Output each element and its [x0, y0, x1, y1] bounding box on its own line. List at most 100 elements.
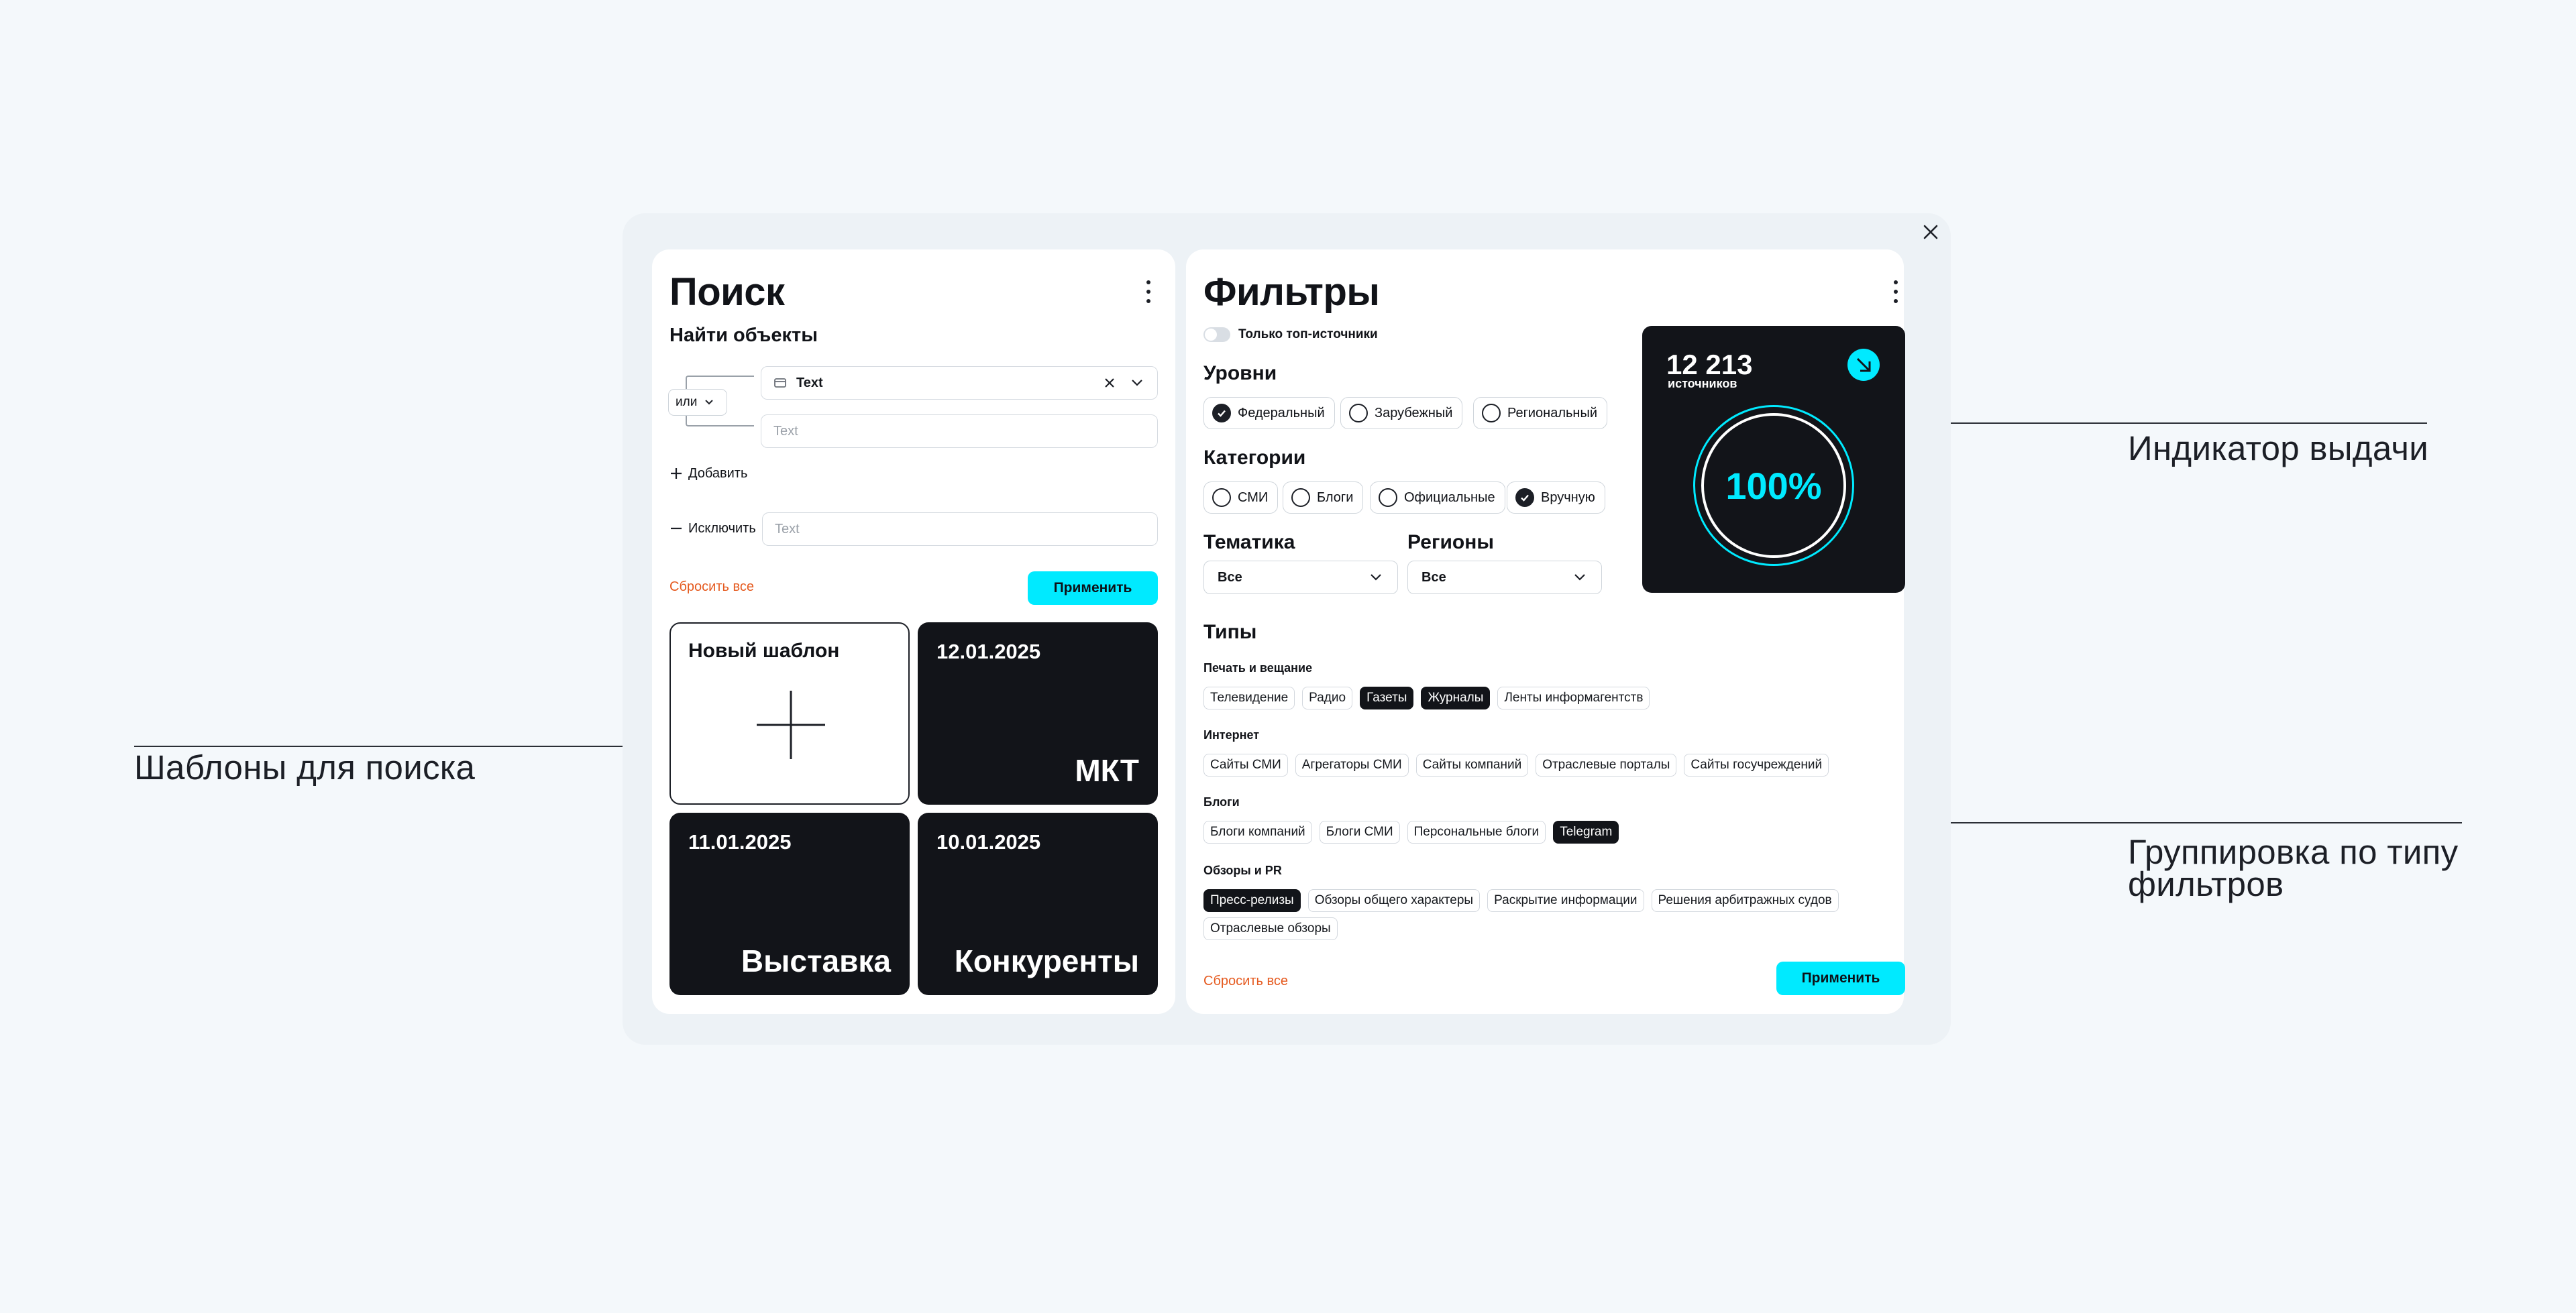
radio-icon: [1482, 404, 1501, 422]
new-template-title: Новый шаблон: [688, 640, 840, 662]
type-chip-row: Телевидение Радио Газеты Журналы Ленты и…: [1203, 687, 1650, 709]
type-chip[interactable]: Обзоры общего характеры: [1307, 889, 1481, 912]
add-label: Добавить: [688, 465, 748, 481]
minus-icon: [671, 527, 682, 530]
type-chip[interactable]: Ленты информагентств: [1497, 687, 1650, 709]
level-label: Федеральный: [1238, 405, 1325, 420]
category-option[interactable]: Вручную: [1507, 481, 1605, 514]
category-label: Вручную: [1541, 490, 1595, 505]
type-chip-row: Отраслевые обзоры: [1203, 917, 1338, 940]
category-option[interactable]: СМИ: [1203, 481, 1279, 514]
field-type-icon: [774, 378, 786, 388]
category-label: Официальные: [1404, 490, 1495, 505]
close-icon[interactable]: [1921, 223, 1940, 241]
type-chip[interactable]: Отраслевые обзоры: [1203, 917, 1338, 940]
regions-select[interactable]: Все: [1407, 561, 1602, 594]
type-chip[interactable]: Блоги СМИ: [1319, 821, 1400, 844]
radio-icon: [1349, 404, 1368, 422]
category-label: Блоги: [1317, 490, 1354, 505]
level-option[interactable]: Региональный: [1473, 397, 1608, 429]
trend-icon[interactable]: [1847, 349, 1880, 381]
results-unit: источников: [1668, 377, 1737, 390]
type-chip[interactable]: Раскрытие информации: [1487, 889, 1644, 912]
logic-operator-label: или: [676, 395, 698, 409]
type-chip[interactable]: Решения арбитражных судов: [1651, 889, 1839, 912]
type-chip[interactable]: Агрегаторы СМИ: [1295, 754, 1409, 777]
type-chip[interactable]: Газеты: [1360, 687, 1414, 709]
check-icon: [1212, 404, 1231, 422]
check-icon: [1515, 488, 1534, 507]
exclude-field-placeholder: Text: [775, 521, 800, 536]
type-chip[interactable]: Персональные блоги: [1407, 821, 1546, 844]
level-label: Региональный: [1507, 405, 1598, 420]
template-tile[interactable]: 12.01.2025 МКТ: [918, 622, 1158, 805]
template-tile[interactable]: 11.01.2025 Выставка: [669, 813, 910, 995]
template-date: 12.01.2025: [936, 640, 1041, 663]
type-group-title: Блоги: [1203, 795, 1240, 809]
top-sources-label: Только топ-источники: [1238, 327, 1378, 341]
query-field-1-value: Text: [796, 375, 823, 390]
type-chip[interactable]: Сайты компаний: [1415, 754, 1529, 777]
radio-icon: [1291, 488, 1310, 507]
annotation-grouping-1: Группировка по типу: [2128, 833, 2459, 871]
type-chip[interactable]: Telegram: [1553, 821, 1619, 844]
regions-title: Регионы: [1407, 531, 1494, 553]
type-chip[interactable]: Журналы: [1421, 687, 1491, 709]
level-option[interactable]: Федеральный: [1203, 397, 1335, 429]
logic-operator-select[interactable]: или: [668, 389, 727, 416]
annotation-templates: Шаблоны для поиска: [134, 748, 476, 787]
template-name: Выставка: [741, 944, 891, 978]
filters-apply-button[interactable]: Применить: [1776, 962, 1905, 995]
chevron-down-icon: [705, 400, 714, 405]
query-field-1[interactable]: Text: [761, 366, 1158, 400]
template-tile[interactable]: 10.01.2025 Конкуренты: [918, 813, 1158, 995]
template-name: МКТ: [1075, 753, 1139, 788]
type-group-title: Печать и вещание: [1203, 661, 1313, 675]
exclude-button[interactable]: Исключить: [669, 518, 756, 539]
type-chip[interactable]: Радио: [1302, 687, 1353, 709]
type-chip-row: Сайты СМИ Агрегаторы СМИ Сайты компаний …: [1203, 754, 1829, 777]
gauge-percent: 100%: [1725, 465, 1822, 507]
filters-more-icon[interactable]: [1892, 280, 1899, 303]
add-condition-button[interactable]: Добавить: [669, 463, 747, 484]
categories-title: Категории: [1203, 447, 1306, 469]
filters-reset-link[interactable]: Сбросить все: [1203, 974, 1288, 989]
type-group-title: Обзоры и PR: [1203, 864, 1282, 877]
type-chip[interactable]: Отраслевые порталы: [1536, 754, 1677, 777]
topic-value: Все: [1218, 569, 1242, 585]
type-chip[interactable]: Блоги компаний: [1203, 821, 1312, 844]
search-reset-link[interactable]: Сбросить все: [669, 579, 754, 595]
topic-title: Тематика: [1203, 531, 1295, 553]
chevron-down-icon: [1371, 574, 1381, 581]
clear-icon[interactable]: [1102, 376, 1117, 390]
chevron-down-icon: [1574, 574, 1585, 581]
results-indicator: 12 213 источников 100%: [1642, 326, 1905, 593]
chevron-down-icon[interactable]: [1129, 376, 1145, 390]
type-chip[interactable]: Пресс-релизы: [1203, 889, 1301, 912]
search-apply-button[interactable]: Применить: [1028, 571, 1158, 605]
type-chip-row: Блоги компаний Блоги СМИ Персональные бл…: [1203, 821, 1619, 844]
template-date: 10.01.2025: [936, 830, 1041, 854]
search-more-icon[interactable]: [1145, 280, 1152, 303]
query-field-2-placeholder: Text: [773, 423, 798, 439]
type-group-title: Интернет: [1203, 728, 1260, 742]
type-chip[interactable]: Сайты СМИ: [1203, 754, 1288, 777]
topic-select[interactable]: Все: [1203, 561, 1398, 594]
levels-title: Уровни: [1203, 362, 1277, 384]
template-date: 11.01.2025: [688, 830, 792, 854]
level-option[interactable]: Зарубежный: [1340, 397, 1463, 429]
category-option[interactable]: Блоги: [1283, 481, 1364, 514]
radio-icon: [1379, 488, 1397, 507]
category-option[interactable]: Официальные: [1370, 481, 1505, 514]
category-label: СМИ: [1238, 490, 1269, 505]
query-field-2[interactable]: Text: [761, 414, 1158, 448]
exclude-field[interactable]: Text: [762, 512, 1158, 546]
results-count: 12 213: [1666, 349, 1753, 380]
types-title: Типы: [1203, 621, 1257, 643]
type-chip[interactable]: Сайты госучреждений: [1684, 754, 1829, 777]
type-chip[interactable]: Телевидение: [1203, 687, 1295, 709]
top-sources-toggle[interactable]: [1203, 327, 1230, 342]
annotation-templates-line: [134, 746, 639, 747]
annotation-indicator-line: [1917, 422, 2427, 424]
new-template-tile[interactable]: Новый шаблон: [669, 622, 910, 805]
